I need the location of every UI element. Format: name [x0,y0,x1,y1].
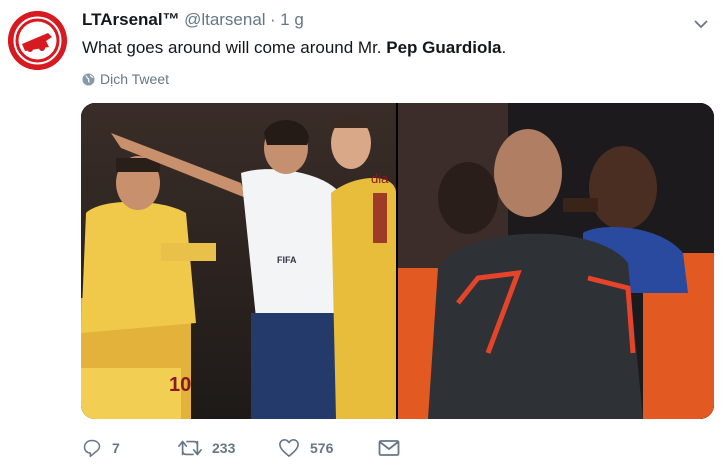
like-button[interactable]: 576 [278,438,378,458]
timestamp[interactable]: 1 g [280,10,304,29]
reply-count: 7 [112,440,120,456]
media-photo-left[interactable]: 10 FIFA dia [81,103,396,419]
author-name[interactable]: LTArsenal™ [82,10,180,29]
left-shirt-number: 10 [169,374,191,396]
heart-icon [279,439,299,457]
author-handle[interactable]: @ltarsenal [184,10,266,29]
retweet-icon [178,440,202,456]
tweet-text-suffix: . [501,38,507,57]
left-jersey-text: dia [371,171,389,186]
direct-message-button[interactable] [378,439,400,457]
like-count: 576 [310,440,334,456]
avatar[interactable] [8,11,67,70]
media-photo-right[interactable] [398,103,714,419]
reply-button[interactable]: 7 [82,438,178,458]
tweet-text-prefix: What goes around will come around Mr. [82,38,387,57]
reply-icon [83,439,101,458]
envelope-icon [378,440,400,456]
referee-badge: FIFA [277,255,297,265]
tweet-actions: 7 233 576 [82,436,400,460]
arsenal-logo [8,11,67,70]
translate-label: Dịch Tweet [100,71,169,87]
translate-tweet-link[interactable]: Dịch Tweet [82,71,169,87]
chevron-down-icon[interactable] [693,16,709,32]
tweet-header: LTArsenal™ @ltarsenal · 1 g [82,10,725,34]
separator-dot: · [270,10,276,29]
media-grid: 10 FIFA dia [81,103,714,419]
tweet-text-bold: Pep Guardiola [386,38,502,57]
retweet-button[interactable]: 233 [178,438,278,458]
retweet-count: 233 [212,440,236,456]
globe-icon [82,72,95,86]
tweet-text: What goes around will come around Mr. Pe… [82,36,506,60]
